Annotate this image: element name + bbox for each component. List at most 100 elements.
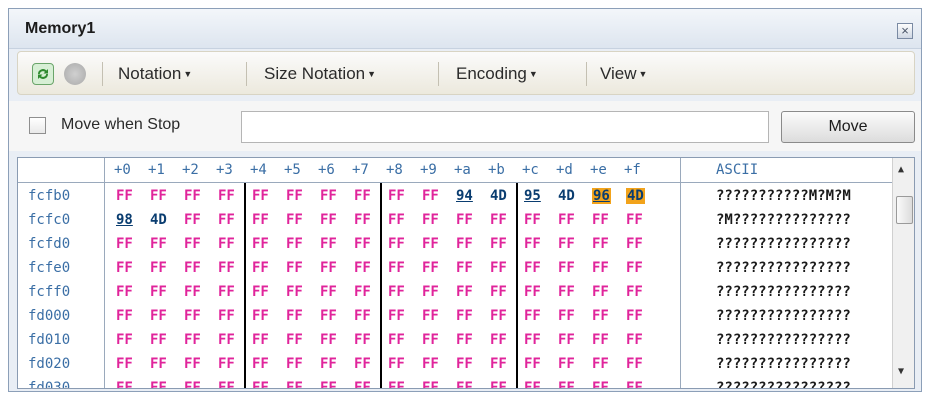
memory-byte[interactable]: FF: [558, 380, 575, 388]
memory-byte[interactable]: FF: [354, 188, 371, 204]
memory-byte[interactable]: FF: [252, 332, 269, 348]
memory-byte[interactable]: FF: [252, 188, 269, 204]
memory-byte[interactable]: FF: [490, 380, 507, 388]
memory-byte[interactable]: FF: [354, 284, 371, 300]
memory-byte[interactable]: FF: [150, 356, 167, 372]
memory-byte[interactable]: FF: [320, 332, 337, 348]
memory-byte[interactable]: FF: [422, 188, 439, 204]
memory-byte[interactable]: FF: [456, 308, 473, 324]
memory-byte[interactable]: FF: [524, 284, 541, 300]
memory-byte[interactable]: FF: [456, 284, 473, 300]
memory-byte[interactable]: FF: [150, 236, 167, 252]
memory-byte[interactable]: FF: [490, 236, 507, 252]
memory-byte[interactable]: FF: [422, 380, 439, 388]
memory-byte[interactable]: FF: [388, 356, 405, 372]
memory-byte[interactable]: FF: [286, 380, 303, 388]
memory-byte[interactable]: FF: [456, 212, 473, 228]
memory-byte[interactable]: FF: [456, 356, 473, 372]
memory-byte[interactable]: FF: [592, 212, 609, 228]
memory-byte[interactable]: FF: [626, 212, 643, 228]
memory-byte[interactable]: FF: [286, 332, 303, 348]
memory-byte[interactable]: FF: [320, 260, 337, 276]
memory-byte[interactable]: FF: [456, 332, 473, 348]
memory-byte[interactable]: FF: [490, 284, 507, 300]
memory-byte[interactable]: FF: [252, 380, 269, 388]
memory-byte[interactable]: FF: [218, 236, 235, 252]
memory-byte[interactable]: FF: [252, 356, 269, 372]
memory-byte[interactable]: FF: [286, 308, 303, 324]
move-when-stop-checkbox[interactable]: [29, 117, 46, 134]
memory-byte[interactable]: FF: [116, 308, 133, 324]
memory-byte[interactable]: FF: [524, 260, 541, 276]
memory-byte[interactable]: FF: [354, 356, 371, 372]
memory-byte[interactable]: FF: [116, 332, 133, 348]
memory-byte[interactable]: FF: [218, 356, 235, 372]
memory-byte[interactable]: FF: [286, 356, 303, 372]
disabled-circle-icon[interactable]: [64, 63, 86, 85]
memory-byte[interactable]: FF: [150, 260, 167, 276]
memory-byte[interactable]: FF: [490, 308, 507, 324]
view-menu[interactable]: View ▼: [600, 64, 647, 84]
memory-byte[interactable]: 4D: [558, 188, 575, 204]
memory-byte[interactable]: FF: [184, 212, 201, 228]
memory-byte[interactable]: FF: [150, 308, 167, 324]
memory-byte[interactable]: FF: [626, 308, 643, 324]
memory-byte[interactable]: FF: [286, 212, 303, 228]
memory-byte[interactable]: FF: [592, 332, 609, 348]
memory-byte[interactable]: FF: [150, 188, 167, 204]
memory-byte[interactable]: 4D: [626, 188, 645, 204]
memory-byte[interactable]: FF: [218, 188, 235, 204]
memory-byte[interactable]: FF: [558, 236, 575, 252]
memory-byte[interactable]: FF: [252, 212, 269, 228]
memory-byte[interactable]: FF: [422, 284, 439, 300]
memory-byte[interactable]: FF: [150, 380, 167, 388]
memory-byte[interactable]: FF: [456, 260, 473, 276]
memory-byte[interactable]: FF: [456, 236, 473, 252]
memory-byte[interactable]: FF: [524, 308, 541, 324]
memory-byte[interactable]: 96: [592, 188, 611, 204]
memory-byte[interactable]: FF: [524, 236, 541, 252]
memory-byte[interactable]: FF: [558, 212, 575, 228]
memory-byte[interactable]: FF: [184, 356, 201, 372]
memory-byte[interactable]: FF: [320, 212, 337, 228]
memory-byte[interactable]: FF: [286, 284, 303, 300]
memory-byte[interactable]: FF: [286, 236, 303, 252]
memory-byte[interactable]: FF: [592, 308, 609, 324]
memory-byte[interactable]: FF: [116, 356, 133, 372]
memory-byte[interactable]: FF: [456, 380, 473, 388]
memory-byte[interactable]: FF: [592, 284, 609, 300]
memory-byte[interactable]: FF: [218, 380, 235, 388]
memory-byte[interactable]: FF: [388, 188, 405, 204]
memory-byte[interactable]: FF: [558, 332, 575, 348]
memory-byte[interactable]: FF: [218, 212, 235, 228]
memory-byte[interactable]: FF: [524, 332, 541, 348]
memory-byte[interactable]: FF: [184, 308, 201, 324]
vertical-scrollbar[interactable]: ▲ ▼: [892, 158, 914, 388]
memory-byte[interactable]: 94: [456, 188, 473, 204]
encoding-menu[interactable]: Encoding ▼: [456, 64, 538, 84]
memory-byte[interactable]: FF: [286, 260, 303, 276]
memory-byte[interactable]: FF: [524, 356, 541, 372]
memory-byte[interactable]: FF: [320, 308, 337, 324]
memory-byte[interactable]: FF: [320, 188, 337, 204]
scroll-down-icon[interactable]: ▼: [898, 366, 904, 377]
memory-byte[interactable]: FF: [626, 332, 643, 348]
memory-byte[interactable]: FF: [184, 284, 201, 300]
refresh-icon[interactable]: [32, 63, 54, 85]
memory-byte[interactable]: FF: [626, 284, 643, 300]
memory-byte[interactable]: FF: [354, 212, 371, 228]
memory-byte[interactable]: FF: [592, 236, 609, 252]
memory-byte[interactable]: FF: [218, 284, 235, 300]
memory-byte[interactable]: FF: [626, 380, 643, 388]
memory-byte[interactable]: FF: [490, 332, 507, 348]
memory-byte[interactable]: 4D: [490, 188, 507, 204]
memory-byte[interactable]: FF: [388, 260, 405, 276]
memory-byte[interactable]: FF: [388, 332, 405, 348]
memory-byte[interactable]: FF: [558, 284, 575, 300]
memory-byte[interactable]: FF: [184, 236, 201, 252]
memory-byte[interactable]: FF: [218, 332, 235, 348]
memory-byte[interactable]: FF: [252, 284, 269, 300]
memory-byte[interactable]: FF: [558, 308, 575, 324]
memory-byte[interactable]: FF: [320, 284, 337, 300]
memory-byte[interactable]: FF: [524, 212, 541, 228]
